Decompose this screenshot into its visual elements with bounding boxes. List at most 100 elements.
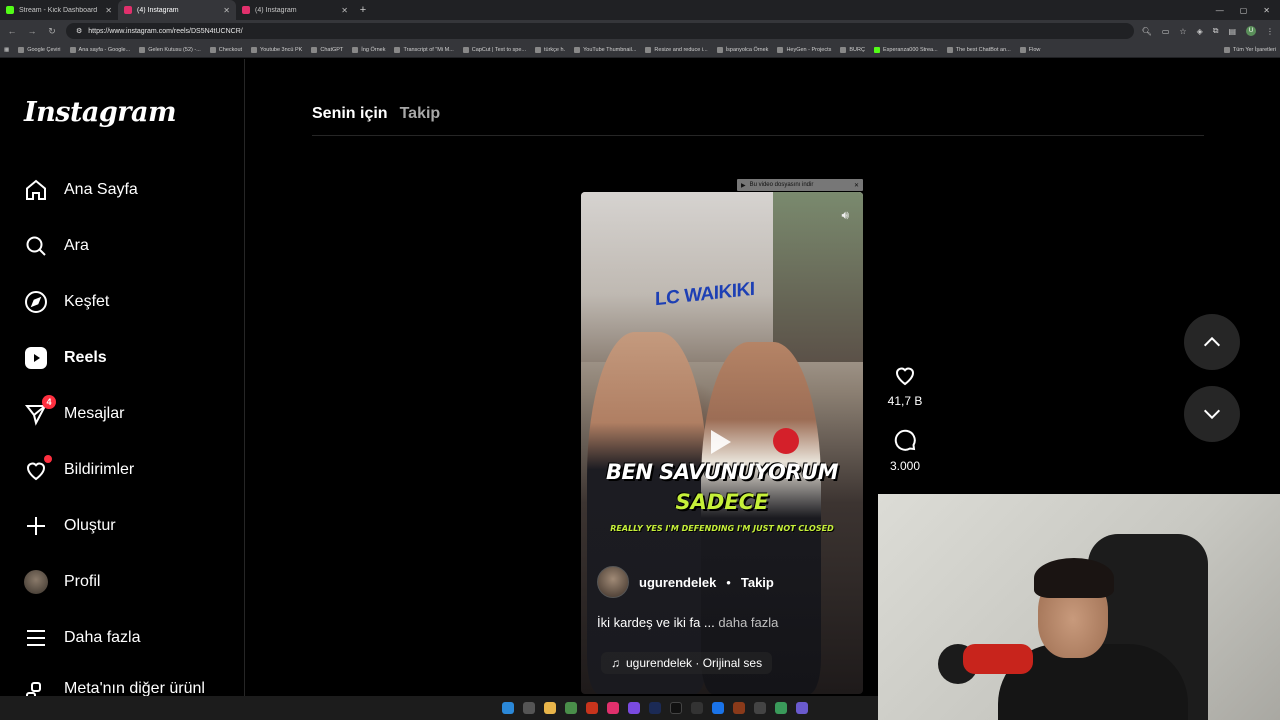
reel-author: ugurendelek • Takip — [597, 566, 774, 598]
bookmark[interactable]: Esperanza000 Strea... — [873, 46, 938, 53]
sidebar-item-notifications[interactable]: Bildirimler — [24, 455, 134, 484]
heart-icon[interactable] — [893, 363, 917, 390]
volume-icon[interactable]: 🔊︎ — [841, 208, 849, 223]
photoshop-icon[interactable] — [649, 702, 661, 714]
file-explorer-icon[interactable] — [544, 702, 556, 714]
bookmark[interactable]: ChatGPT — [311, 46, 344, 53]
task-view-icon[interactable] — [523, 702, 535, 714]
bookmark[interactable]: Youtube 3ncü PK — [251, 46, 303, 53]
sidebar-item-create[interactable]: Oluştur — [24, 512, 116, 540]
bookmark-label: ChatGPT — [320, 46, 344, 53]
site-info-icon[interactable]: ⚙ — [76, 27, 82, 35]
chrome-icon[interactable] — [565, 702, 577, 714]
bookmark[interactable]: İng Örnek — [352, 46, 385, 53]
capcut-icon[interactable] — [691, 702, 703, 714]
bookmark-label: Youtube 3ncü PK — [260, 46, 303, 53]
comment-action[interactable]: 3.000 — [890, 428, 920, 473]
bookmark-icon — [311, 46, 318, 53]
tab-title: (4) Instagram — [255, 6, 297, 14]
close-icon[interactable]: ✕ — [854, 182, 859, 189]
back-icon[interactable]: ← — [6, 26, 18, 36]
instagram-app-icon[interactable] — [607, 702, 619, 714]
more-link[interactable]: daha fazla — [718, 615, 778, 630]
close-tab-icon[interactable]: ✕ — [105, 6, 112, 15]
author-avatar[interactable] — [597, 566, 629, 598]
forward-icon[interactable]: → — [26, 26, 38, 36]
chrome-icon[interactable] — [775, 702, 787, 714]
app-icon[interactable] — [586, 702, 598, 714]
bookmark[interactable]: Checkout — [209, 46, 243, 53]
tab-following[interactable]: Takip — [400, 105, 441, 123]
sidebar-item-explore[interactable]: Keşfet — [24, 288, 109, 316]
tab-for-you[interactable]: Senin için — [312, 105, 388, 123]
sidebar-icon[interactable]: ▤ — [1228, 27, 1236, 36]
apps-icon[interactable]: ▦ — [4, 47, 9, 53]
bookmark-icon — [69, 46, 76, 53]
new-tab-button[interactable]: + — [354, 4, 372, 16]
app-icon[interactable] — [628, 702, 640, 714]
zoom-icon[interactable]: 🔍︎ — [1142, 27, 1152, 36]
extensions-puzzle-icon[interactable]: ⧉ — [1213, 26, 1219, 36]
app-icon[interactable] — [754, 702, 766, 714]
sidebar-item-messages[interactable]: 4 Mesajlar — [24, 395, 125, 428]
star-icon[interactable]: ☆ — [1179, 27, 1186, 36]
start-icon[interactable] — [502, 702, 514, 714]
all-bookmarks[interactable]: Tüm Yer İşaretleri — [1223, 46, 1276, 53]
person-right — [701, 342, 821, 694]
extension-icon[interactable]: ◈ — [1197, 27, 1203, 36]
close-tab-icon[interactable]: ✕ — [223, 6, 230, 15]
sidebar-item-meta[interactable]: Meta'nın diğer ürünl — [24, 680, 205, 696]
author-username[interactable]: ugurendelek — [639, 575, 716, 590]
sidebar-item-home[interactable]: Ana Sayfa — [24, 176, 138, 204]
comment-icon[interactable] — [893, 428, 917, 455]
edge-icon[interactable] — [712, 702, 724, 714]
bookmark[interactable]: YouTube Thumbnail... — [574, 46, 636, 53]
maximize-icon[interactable]: ▢ — [1240, 6, 1248, 15]
bookmark[interactable]: Ana sayfa - Google... — [69, 46, 130, 53]
profile-avatar-icon[interactable]: U — [1246, 26, 1256, 36]
bookmark[interactable]: türkçe h. — [535, 46, 565, 53]
close-window-icon[interactable]: ✕ — [1263, 6, 1270, 15]
minimize-icon[interactable]: — — [1216, 6, 1224, 15]
previous-reel-button[interactable] — [1184, 314, 1240, 370]
bookmark[interactable]: HeyGen - Projects — [777, 46, 831, 53]
next-reel-button[interactable] — [1184, 386, 1240, 442]
address-bar[interactable]: ⚙ https://www.instagram.com/reels/DS5N4t… — [66, 23, 1134, 39]
instagram-logo[interactable]: Instagram — [24, 97, 177, 128]
sidebar-item-more[interactable]: Daha fazla — [24, 624, 141, 652]
browser-tab[interactable]: Stream - Kick Dashboard ✕ — [0, 0, 118, 20]
bookmark[interactable]: İspanyolca Örnek — [716, 46, 768, 53]
browser-tab[interactable]: (4) Instagram ✕ — [236, 0, 354, 20]
sidebar-item-profile[interactable]: Profil — [24, 568, 100, 596]
cast-icon[interactable]: ▭ — [1162, 27, 1170, 36]
close-tab-icon[interactable]: ✕ — [341, 6, 348, 15]
bookmark[interactable]: The best ChatBot an... — [946, 46, 1011, 53]
app-icon[interactable] — [796, 702, 808, 714]
like-action[interactable]: 41,7 B — [888, 363, 922, 408]
bookmark[interactable]: Flow — [1019, 46, 1041, 53]
video-download-bar[interactable]: ▶ Bu video dosyasını indir ✕ — [737, 179, 863, 191]
bookmark[interactable]: CapCut | Text to spe... — [462, 46, 527, 53]
play-icon[interactable] — [711, 430, 731, 454]
bookmark[interactable]: Google Çeviri — [18, 46, 61, 53]
sidebar-item-search[interactable]: Ara — [24, 232, 89, 260]
bookmark[interactable]: Transcript of "Mi M... — [394, 46, 454, 53]
sidebar-item-label: Mesajlar — [64, 405, 125, 422]
browser-tab-active[interactable]: (4) Instagram ✕ — [118, 0, 236, 20]
reload-icon[interactable]: ↻ — [46, 26, 58, 37]
bookmark-label: Flow — [1028, 46, 1041, 53]
kebab-menu-icon[interactable]: ⋮ — [1266, 27, 1274, 36]
tiktok-icon[interactable] — [670, 702, 682, 714]
bookmark-label: Checkout — [218, 46, 243, 53]
bookmark-label: Google Çeviri — [27, 46, 61, 53]
bookmark-label: CapCut | Text to spe... — [471, 46, 527, 53]
app-icon[interactable] — [733, 702, 745, 714]
reel-video[interactable]: LC WAIKIKI 🔊︎ BEN SAVUNUYORUM SADECE REA… — [581, 192, 863, 694]
music-note-icon: ♫ — [611, 656, 620, 670]
follow-button[interactable]: Takip — [741, 575, 774, 590]
bookmark[interactable]: Resize and reduce i... — [645, 46, 708, 53]
bookmark[interactable]: Gelen Kutusu (52) -... — [139, 46, 201, 53]
bookmark[interactable]: BURÇ — [840, 46, 865, 53]
audio-attribution[interactable]: ♫ ugurendelek · Orijinal ses — [601, 652, 773, 674]
sidebar-item-reels[interactable]: Reels — [24, 344, 107, 372]
